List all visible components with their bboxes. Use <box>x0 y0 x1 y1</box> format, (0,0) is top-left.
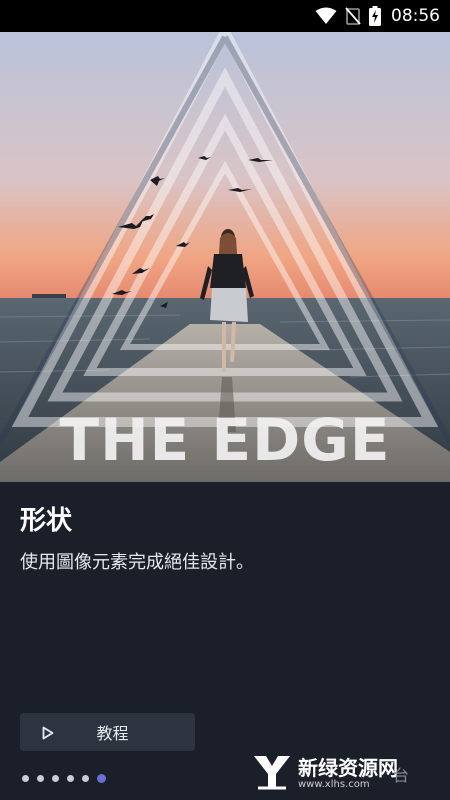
watermark-text: 新绿资源网 <box>298 756 398 780</box>
tutorial-button-label: 教程 <box>96 724 129 743</box>
hero-image-text: THE EDGE <box>60 406 391 474</box>
watermark-url: www.xlhs.com <box>298 779 370 790</box>
page-indicator <box>22 774 106 783</box>
feature-title: 形状 <box>20 506 73 536</box>
page-dot[interactable] <box>52 775 59 782</box>
page-dot-active[interactable] <box>97 774 106 783</box>
no-signal-icon <box>345 7 361 25</box>
page-dot[interactable] <box>22 775 29 782</box>
battery-charging-icon <box>369 6 381 26</box>
status-bar: 08:56 <box>0 0 450 32</box>
feature-description: 使用圖像元素完成絕佳設計。 <box>20 552 254 573</box>
status-time: 08:56 <box>391 6 440 26</box>
tutorial-button[interactable]: 教程 <box>20 713 195 751</box>
wifi-icon <box>315 7 337 25</box>
watermark-icon <box>252 754 292 794</box>
watermark-extra-text: 台 <box>393 766 410 785</box>
page-dot[interactable] <box>67 775 74 782</box>
page-dot[interactable] <box>82 775 89 782</box>
hero-image: THE EDGE <box>0 32 450 482</box>
page-dot[interactable] <box>37 775 44 782</box>
